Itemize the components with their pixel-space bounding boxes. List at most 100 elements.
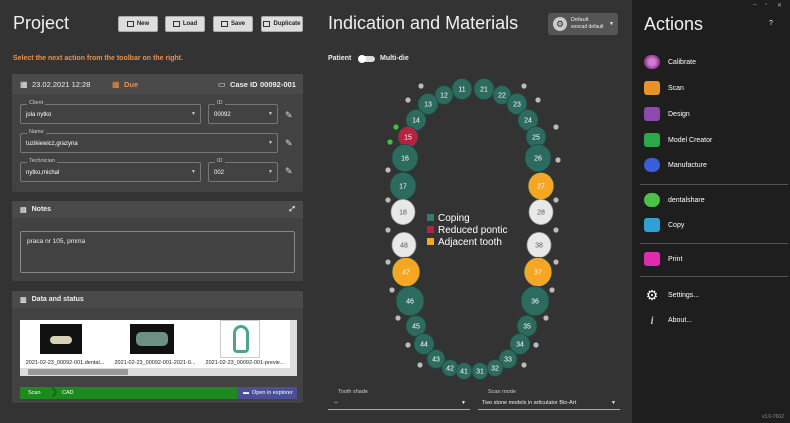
bridge-connector[interactable] (543, 315, 549, 321)
action-print[interactable]: Print (644, 252, 682, 266)
tooth-chart: 11 21 12 22 13 23 14 24 15 25 16 26 17 27 18 28 48 38 47 37… (385, 78, 561, 380)
edit-name-icon[interactable]: ✎ (285, 138, 295, 148)
tooth-11[interactable]: 11 (451, 78, 473, 100)
bridge-connector[interactable] (395, 315, 401, 321)
client-select[interactable]: Client jola nytko ▼ (20, 100, 201, 124)
tooth-41[interactable]: 41 (455, 362, 473, 380)
bridge-connector[interactable] (553, 259, 559, 265)
tooth-17[interactable]: 17 (389, 171, 417, 201)
file-thumbnail[interactable] (220, 320, 260, 358)
bridge-connector[interactable] (521, 362, 527, 368)
tooth-number: 48 (400, 243, 408, 250)
case-header: ▦ 23.02.2021 12:28 ▦ Due ▭ Case ID 00092… (12, 74, 303, 94)
restore-icon[interactable]: ▫ (765, 2, 767, 8)
minimize-icon[interactable]: – (753, 2, 756, 8)
bridge-connector[interactable] (393, 124, 399, 130)
tooth-number: 35 (523, 324, 531, 331)
bridge-connector[interactable] (535, 97, 541, 103)
tooth-27[interactable]: 27 (527, 171, 555, 201)
bridge-connector[interactable] (553, 197, 559, 203)
divider (640, 243, 788, 244)
bridge-connector[interactable] (389, 287, 395, 293)
action-scan[interactable]: Scan (644, 81, 684, 95)
tooth-16[interactable]: 16 (391, 143, 419, 173)
file-thumbnail[interactable] (130, 324, 174, 354)
close-icon[interactable]: ✕ (777, 2, 782, 9)
technician-label: Technician (27, 158, 57, 164)
scan-mode-select[interactable]: Scan mode Two stone models in articulato… (478, 389, 620, 410)
tooth-18[interactable]: 18 (390, 198, 416, 225)
bridge-connector[interactable] (385, 167, 391, 173)
duplicate-button[interactable]: Duplicate (261, 16, 303, 32)
tooth-shade-select[interactable]: Tooth shade -- ▼ (328, 389, 470, 410)
technician-select[interactable]: Technician nytko,michal ▼ (20, 158, 201, 182)
bridge-connector[interactable] (553, 124, 559, 130)
edit-client-icon[interactable]: ✎ (285, 110, 295, 120)
load-button[interactable]: Load (165, 16, 205, 32)
technician-id-select[interactable]: ID 002 ▼ (208, 158, 278, 182)
action-model-creator[interactable]: Model Creator (644, 133, 712, 147)
bridge-connector[interactable] (385, 259, 391, 265)
action-dentalshare[interactable]: dentalshare (644, 193, 705, 207)
scrollbar-thumb[interactable] (28, 369, 128, 375)
project-title: Project (13, 13, 70, 33)
tooth-42[interactable]: 42 (441, 359, 459, 377)
tooth-number: 24 (524, 118, 532, 125)
bridge-connector[interactable] (385, 197, 391, 203)
bridge-connector[interactable] (521, 83, 527, 89)
horizontal-scrollbar[interactable] (20, 368, 297, 376)
bridge-connector[interactable] (533, 342, 539, 348)
bridge-connector[interactable] (405, 97, 411, 103)
scan-mode-label: Scan mode (488, 389, 516, 395)
tooth-31[interactable]: 31 (471, 362, 489, 380)
help-icon[interactable]: ? (769, 20, 773, 27)
tooth-number: 26 (534, 156, 542, 163)
info-icon: i (650, 313, 654, 327)
bridge-connector[interactable] (387, 139, 393, 145)
action-about[interactable]: i About... (644, 313, 692, 328)
tooth-47[interactable]: 47 (391, 256, 421, 288)
tooth-28[interactable]: 28 (528, 198, 554, 225)
notes-textarea[interactable]: praca nr 105, pmma (20, 231, 295, 273)
action-manufacture[interactable]: Manufacture (644, 158, 707, 172)
tooth-number: 44 (420, 342, 428, 349)
open-explorer-button[interactable]: ▬ Open in explorer (237, 387, 297, 399)
file-list[interactable]: 2021-02-23_00092-001.dental... 2021-02-2… (20, 320, 297, 376)
bridge-connector[interactable] (417, 362, 423, 368)
tooth-26[interactable]: 26 (524, 143, 552, 173)
tooth-21[interactable]: 21 (473, 78, 495, 100)
legend-label: Coping (438, 213, 470, 224)
tooth-number: 37 (534, 270, 542, 277)
save-button[interactable]: Save (213, 16, 253, 32)
action-copy[interactable]: Copy (644, 218, 684, 232)
name-select[interactable]: Name tuzikiewicz,grazyna ▼ (20, 129, 278, 153)
bridge-connector[interactable] (405, 342, 411, 348)
tooth-number: 28 (537, 210, 545, 217)
new-button[interactable]: New (118, 16, 158, 32)
folder-icon: ▬ (243, 390, 249, 396)
bridge-connector[interactable] (549, 287, 555, 293)
file-thumbnail[interactable] (40, 324, 82, 354)
tooth-48[interactable]: 48 (391, 231, 417, 258)
step-cad: CAD (62, 390, 74, 396)
client-id-select[interactable]: ID 00092 ▼ (208, 100, 278, 124)
bridge-connector[interactable] (385, 227, 391, 233)
action-calibrate[interactable]: Calibrate (644, 55, 696, 69)
tooth-38[interactable]: 38 (526, 231, 552, 258)
calibrate-icon (644, 55, 660, 69)
bridge-connector[interactable] (553, 227, 559, 233)
tooth-number: 38 (535, 243, 543, 250)
tooth-36[interactable]: 36 (520, 285, 550, 317)
edit-technician-icon[interactable]: ✎ (285, 166, 295, 176)
tooth-37[interactable]: 37 (523, 256, 553, 288)
vertical-scrollbar[interactable] (290, 320, 297, 368)
bridge-connector[interactable] (555, 157, 561, 163)
tooth-46[interactable]: 46 (395, 285, 425, 317)
tooth-32[interactable]: 32 (486, 359, 504, 377)
action-design[interactable]: Design (644, 107, 690, 121)
expand-icon[interactable]: ⤢ (289, 206, 295, 214)
action-settings[interactable]: ⚙ Settings... (644, 287, 699, 304)
project-panel: Project New Load Save Duplicate Select t… (0, 0, 316, 423)
bridge-connector[interactable] (418, 83, 424, 89)
chart-icon: ▥ (20, 296, 27, 304)
